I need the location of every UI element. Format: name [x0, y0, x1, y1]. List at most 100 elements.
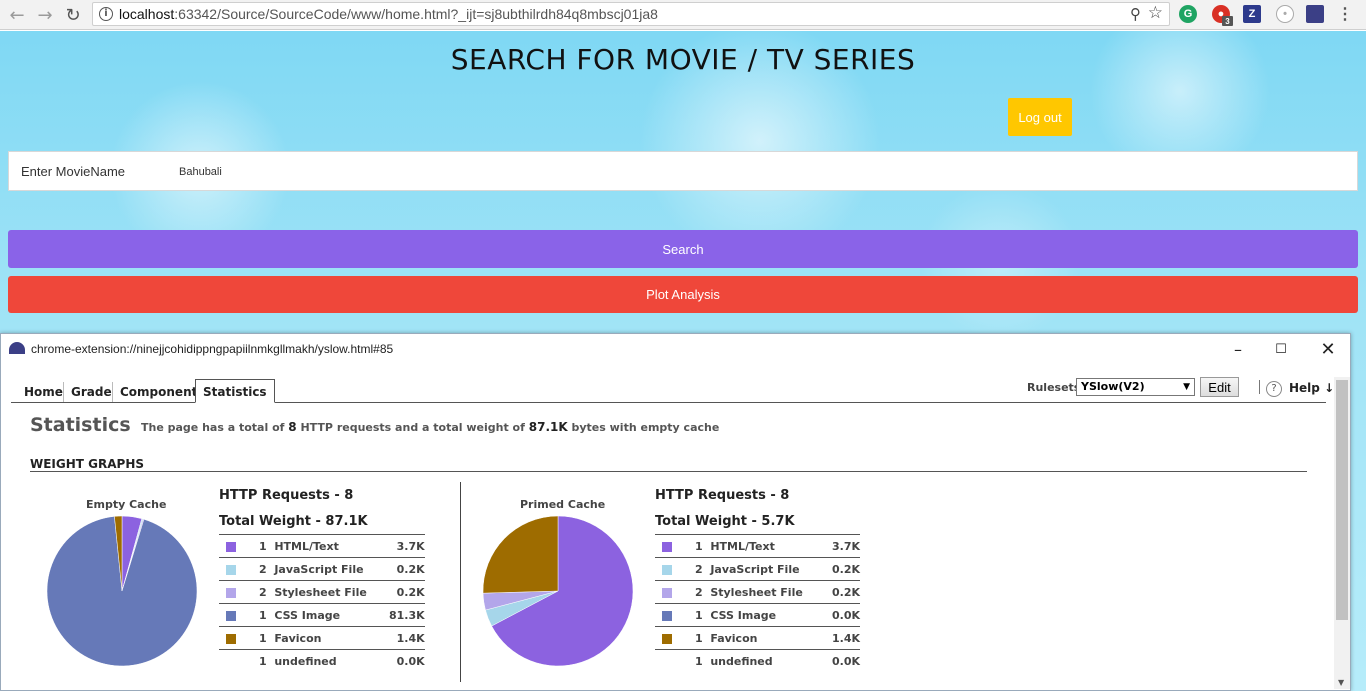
- component-size: 0.2K: [825, 557, 860, 581]
- scroll-down-icon[interactable]: ▼: [1338, 678, 1344, 687]
- generic-extension-icon[interactable]: •: [1276, 5, 1294, 23]
- table-row: 2 JavaScript File 0.2K: [219, 557, 425, 581]
- color-swatch: [655, 649, 695, 673]
- component-size: 0.0K: [825, 649, 860, 673]
- browser-toolbar: ← → ↻ i localhost:63342/Source/SourceCod…: [0, 0, 1366, 30]
- dropdown-arrow-icon: ▼: [1183, 382, 1190, 392]
- table-row: 1 undefined 0.0K: [219, 649, 425, 673]
- component-size: 81.3K: [389, 603, 425, 627]
- table-row: 1 HTML/Text 3.7K: [219, 534, 425, 558]
- minimize-icon[interactable]: –: [1223, 338, 1253, 360]
- forward-arrow-icon[interactable]: →: [34, 4, 56, 26]
- empty-cache-table: 1 HTML/Text 3.7K 2 JavaScript File 0.2K 2 St…: [219, 534, 425, 673]
- bookmark-star-icon[interactable]: ☆: [1148, 3, 1163, 23]
- help-icon[interactable]: ?: [1266, 381, 1282, 397]
- window-title: chrome-extension://ninejjcohidippngpapii…: [31, 342, 394, 356]
- table-row: 1 CSS Image 81.3K: [219, 603, 425, 627]
- info-icon[interactable]: i: [99, 7, 113, 21]
- table-row: 1 Favicon 1.4K: [655, 626, 860, 650]
- extension-badge: 3: [1222, 16, 1233, 26]
- yslow-extension-icon[interactable]: [1306, 5, 1324, 23]
- table-row: 1 Favicon 1.4K: [219, 626, 425, 650]
- statistics-heading: Statistics: [30, 414, 131, 436]
- empty-requests-summary: HTTP Requests - 8: [219, 488, 354, 503]
- component-type: 1 HTML/Text: [695, 534, 825, 558]
- color-swatch: [219, 580, 259, 604]
- component-type: 2 Stylesheet File: [695, 580, 825, 604]
- component-type: 1 undefined: [259, 649, 389, 673]
- component-size: 0.2K: [825, 580, 860, 604]
- grammarly-extension-icon[interactable]: G: [1179, 5, 1197, 23]
- movie-name-label: Enter MovieName: [21, 164, 126, 179]
- component-size: 1.4K: [825, 626, 860, 650]
- search-row: Enter MovieName: [8, 151, 1358, 191]
- table-row: 1 CSS Image 0.0K: [655, 603, 860, 627]
- color-swatch: [655, 557, 695, 581]
- color-swatch: [219, 534, 259, 558]
- table-row: 2 JavaScript File 0.2K: [655, 557, 860, 581]
- table-row: 1 undefined 0.0K: [655, 649, 860, 673]
- component-size: 3.7K: [389, 534, 425, 558]
- reload-icon[interactable]: ↻: [62, 4, 84, 26]
- component-type: 1 Favicon: [259, 626, 389, 650]
- edit-button[interactable]: Edit: [1200, 377, 1239, 397]
- component-size: 0.0K: [389, 649, 425, 673]
- color-swatch: [655, 580, 695, 604]
- empty-weight-summary: Total Weight - 87.1K: [219, 514, 368, 529]
- weight-graphs-heading: WEIGHT GRAPHS: [30, 457, 145, 471]
- address-bar[interactable]: i localhost:63342/Source/SourceCode/www/…: [92, 2, 1170, 26]
- pie-slice-favicon: [482, 515, 559, 594]
- component-type: 2 JavaScript File: [259, 557, 389, 581]
- zotero-extension-icon[interactable]: Z: [1243, 5, 1261, 23]
- tab-statistics[interactable]: Statistics: [195, 379, 275, 403]
- divider: [460, 482, 461, 682]
- statistics-description: The page has a total of 8 HTTP requests …: [141, 420, 720, 434]
- empty-cache-pie-chart: [46, 515, 198, 667]
- color-swatch: [655, 626, 695, 650]
- component-size: 3.7K: [825, 534, 860, 558]
- component-type: 1 CSS Image: [259, 603, 389, 627]
- divider: [30, 471, 1307, 472]
- color-swatch: [655, 534, 695, 558]
- url-text[interactable]: localhost:63342/Source/SourceCode/www/ho…: [119, 6, 658, 22]
- component-size: 1.4K: [389, 626, 425, 650]
- primed-cache-pie-chart: [482, 515, 634, 667]
- window-titlebar: chrome-extension://ninejjcohidippngpapii…: [1, 334, 1350, 364]
- color-swatch: [219, 626, 259, 650]
- scrollbar-thumb[interactable]: [1336, 380, 1348, 620]
- component-size: 0.0K: [825, 603, 860, 627]
- menu-kebab-icon[interactable]: ⋮: [1336, 5, 1354, 23]
- ruleset-select[interactable]: YSlow(V2) ▼: [1076, 378, 1195, 396]
- component-type: 1 undefined: [695, 649, 825, 673]
- help-link[interactable]: Help ↓: [1289, 381, 1334, 395]
- component-type: 2 JavaScript File: [695, 557, 825, 581]
- back-arrow-icon[interactable]: ←: [6, 4, 28, 26]
- maximize-icon[interactable]: ☐: [1266, 338, 1296, 360]
- color-swatch: [219, 557, 259, 581]
- yslow-logo-icon: [9, 342, 25, 354]
- component-type: 1 Favicon: [695, 626, 825, 650]
- empty-cache-label: Empty Cache: [86, 498, 167, 511]
- close-icon[interactable]: ✕: [1313, 338, 1343, 360]
- divider: [1259, 380, 1260, 394]
- logout-button[interactable]: Log out: [1008, 98, 1072, 136]
- search-button[interactable]: Search: [8, 230, 1358, 268]
- page-title: SEARCH FOR MOVIE / TV SERIES: [450, 43, 916, 76]
- primed-weight-summary: Total Weight - 5.7K: [655, 514, 795, 529]
- zoom-icon[interactable]: ⚲: [1130, 5, 1141, 23]
- color-swatch: [219, 649, 259, 673]
- scrollbar[interactable]: ▼: [1334, 377, 1350, 689]
- primed-cache-label: Primed Cache: [520, 498, 606, 511]
- rulesets-label: Rulesets: [1027, 381, 1081, 394]
- component-size: 0.2K: [389, 580, 425, 604]
- component-type: 2 Stylesheet File: [259, 580, 389, 604]
- plot-analysis-button[interactable]: Plot Analysis: [8, 276, 1358, 313]
- color-swatch: [655, 603, 695, 627]
- tab-home[interactable]: Home: [17, 382, 70, 402]
- primed-requests-summary: HTTP Requests - 8: [655, 488, 790, 503]
- movie-name-input[interactable]: [179, 160, 579, 184]
- color-swatch: [219, 603, 259, 627]
- component-size: 0.2K: [389, 557, 425, 581]
- tab-grade[interactable]: Grade: [63, 382, 119, 402]
- yslow-window: chrome-extension://ninejjcohidippngpapii…: [0, 333, 1351, 691]
